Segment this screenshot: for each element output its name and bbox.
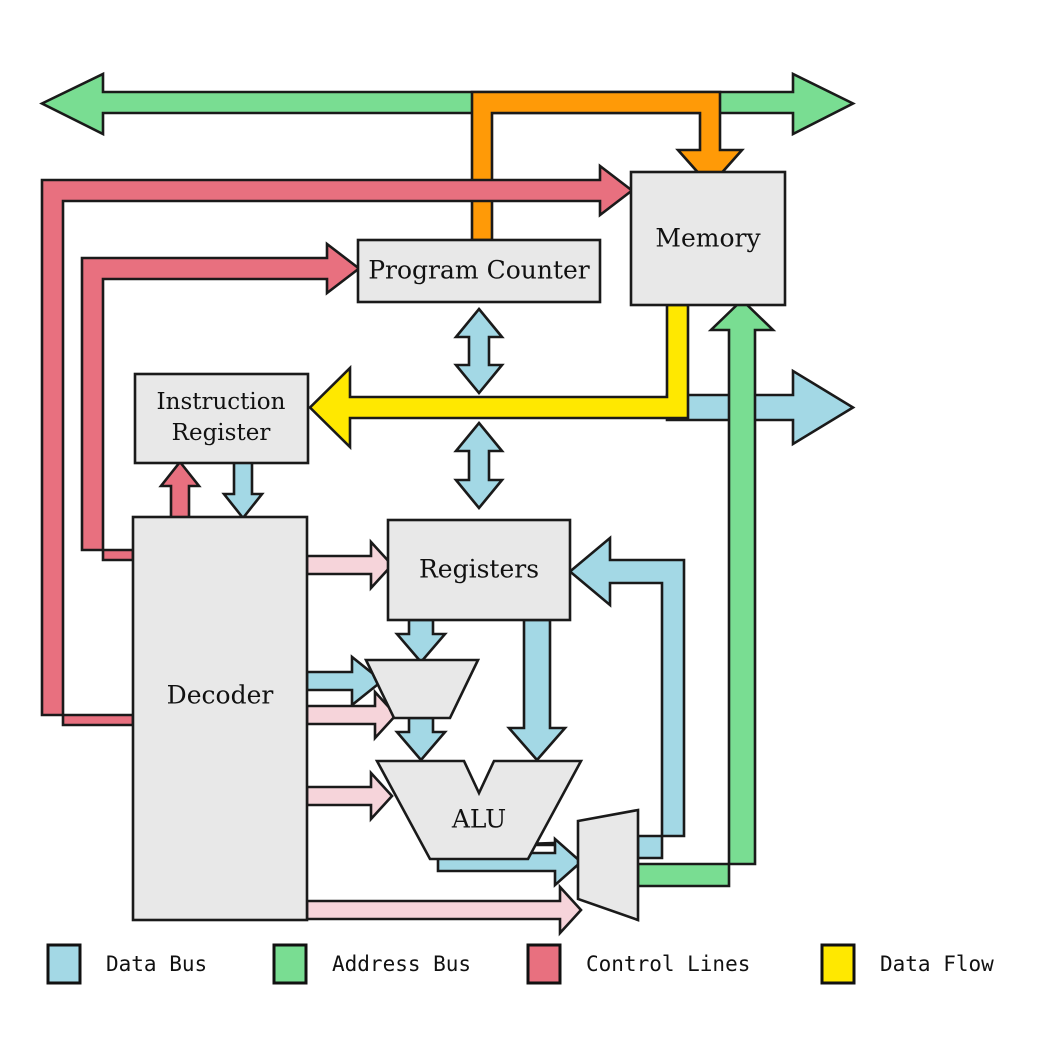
connection-pc-data-bus-upper <box>453 306 505 396</box>
block-memory-label: Memory <box>655 224 761 253</box>
block-instruction-register[interactable] <box>133 372 310 465</box>
cpu-architecture-diagram: Memory Program Counter Instruction Regis… <box>0 0 1040 1040</box>
legend: Data Bus Address Bus Control Lines Data … <box>46 943 994 985</box>
block-instruction-register-label-line1: Instruction <box>157 389 286 415</box>
connection-decoder-to-registers <box>305 538 394 592</box>
legend-swatch-control-lines <box>526 943 562 985</box>
legend-label-data-flow: Data Flow <box>880 952 994 976</box>
connection-pc-data-bus-lower <box>453 420 505 511</box>
legend-swatch-data-flow <box>820 943 856 985</box>
legend-label-control-lines: Control Lines <box>586 952 750 976</box>
connection-writeback-to-registers <box>567 535 686 860</box>
legend-swatch-data-bus <box>46 943 82 985</box>
connection-address-to-memory <box>636 298 777 888</box>
block-decoder[interactable] <box>131 515 309 922</box>
connection-memory-to-ir <box>308 303 690 451</box>
diagram-canvas: Memory Program Counter Instruction Regis… <box>39 71 994 985</box>
connection-decoder-to-alu <box>305 769 394 823</box>
connection-address-bus-external <box>39 71 856 137</box>
connection-data-bus-external <box>665 368 856 447</box>
connection-ir-to-decoder <box>221 460 265 521</box>
connection-decoder-to-output-mux <box>305 883 583 937</box>
connection-decoder-to-ir <box>158 459 202 522</box>
connection-registers-to-alu <box>506 618 568 762</box>
block-program-counter-label: Program Counter <box>368 256 590 285</box>
legend-swatch-address-bus <box>272 943 308 985</box>
connection-mux-to-alu <box>394 716 448 762</box>
legend-label-data-bus: Data Bus <box>106 952 207 976</box>
block-registers-label: Registers <box>419 555 539 584</box>
connection-registers-to-mux <box>394 618 448 664</box>
block-instruction-register-label-line2: Register <box>172 420 271 446</box>
block-alu-label: ALU <box>451 805 506 834</box>
block-decoder-label: Decoder <box>167 681 274 710</box>
legend-label-address-bus: Address Bus <box>332 952 471 976</box>
block-output-mux[interactable] <box>576 808 640 922</box>
